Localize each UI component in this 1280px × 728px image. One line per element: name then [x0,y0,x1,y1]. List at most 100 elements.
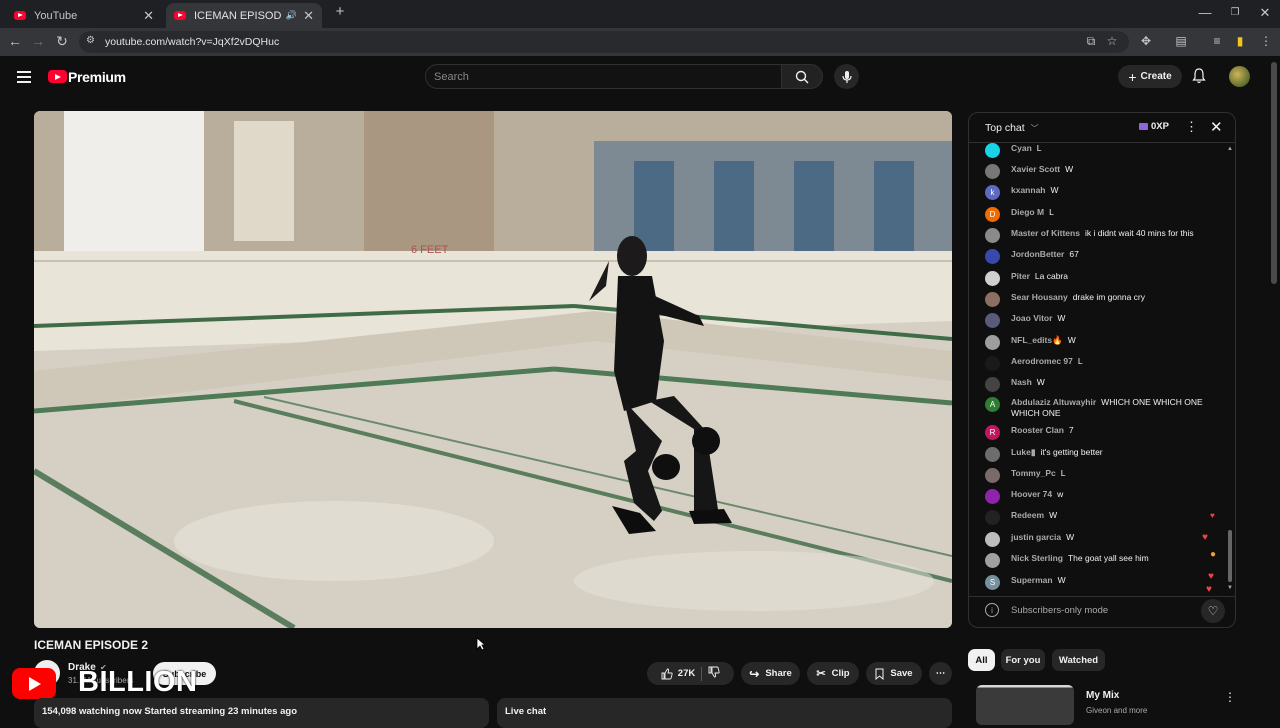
scroll-up-icon[interactable]: ▲ [1227,146,1233,152]
chat-text: L [1060,468,1066,478]
chat-text: W [1067,335,1076,345]
chat-message: Nick Sterling The goat yall see him [985,553,1213,568]
hamburger-menu-icon[interactable] [17,71,31,86]
search-button[interactable] [781,64,823,89]
chat-author[interactable]: Abdulaziz Altuwayhir [1011,397,1096,407]
chat-avatar: R [985,425,1000,440]
chat-author[interactable]: Diego M [1011,207,1044,217]
playlist-icon[interactable]: ≡ [1208,34,1226,48]
url-text[interactable]: youtube.com/watch?v=JqXf2vDQHuc [105,36,279,48]
chat-author[interactable]: Master of Kittens [1011,228,1080,238]
chat-author[interactable]: Piter [1011,271,1030,281]
chat-message: Nash W [985,377,1213,392]
chat-author[interactable]: Hoover 74 [1011,489,1052,499]
site-info-icon[interactable]: ⚙ [86,35,95,46]
more-actions-icon[interactable]: ⋯ [929,662,952,685]
chat-menu-icon[interactable]: ⋮ [1185,119,1198,135]
chat-text: W [1057,575,1066,585]
account-avatar[interactable] [1229,66,1250,87]
chat-message: Master of Kittens ik i didnt wait 40 mins… [985,228,1213,243]
youtube-logo-icon[interactable] [48,70,67,83]
chat-text: The goat yall see him [1067,553,1149,563]
back-icon[interactable]: ← [6,33,24,49]
media-control-icon[interactable]: ▤ [1172,34,1190,48]
chat-author[interactable]: justin garcia [1011,532,1061,542]
chat-author[interactable]: Xavier Scott [1011,164,1060,174]
browser-tab-youtube[interactable]: YouTube ✕ [6,3,162,28]
chat-mode-dropdown[interactable]: Top chat ﹀ [985,122,1039,134]
chat-text: drake im gonna cry [1072,292,1145,302]
chat-author[interactable]: Luke▮ [1011,447,1036,457]
dislike-button[interactable] [708,666,720,681]
new-tab-icon[interactable]: + [325,3,355,20]
reload-icon[interactable]: ↻ [53,33,71,50]
browser-menu-icon[interactable]: ⋮ [1257,34,1275,48]
window-close-icon[interactable]: ✕ [1250,5,1280,21]
chat-author[interactable]: Superman [1011,575,1053,585]
save-button[interactable]: Save [866,662,922,685]
chat-author[interactable]: Redeem [1011,510,1044,520]
chat-author[interactable]: Cyan [1011,143,1032,153]
thumbs-down-icon [708,666,720,678]
chip-for-you[interactable]: For you [1001,649,1045,671]
mix-menu-icon[interactable]: ⋮ [1224,690,1236,704]
close-tab-icon[interactable]: ✕ [143,8,154,24]
voice-search-button[interactable] [834,64,859,89]
chat-author[interactable]: JordonBetter [1011,249,1064,259]
youtube-premium-logo[interactable]: Premium [68,69,126,85]
mix-thumbnail[interactable] [976,685,1074,725]
chat-author[interactable]: Nash [1011,377,1032,387]
restore-icon[interactable]: ❐ [1220,7,1250,18]
minimize-icon[interactable]: — [1190,5,1220,20]
chat-author[interactable]: Rooster Clan [1011,425,1064,435]
subscribers-only-notice: Subscribers-only mode [1011,605,1109,616]
share-button[interactable]: ↪ Share [741,662,800,685]
plus-icon: + [1128,68,1137,85]
page-scrollbar[interactable] [1271,62,1277,284]
chat-author[interactable]: kxannah [1011,185,1046,195]
clip-button[interactable]: ✂ Clip [807,662,859,685]
speaker-icon[interactable]: 🔊 [286,10,297,21]
mix-title[interactable]: My Mix [1086,690,1119,701]
mouse-cursor-icon [476,637,486,651]
youtube-favicon-icon [14,11,26,20]
chat-scrollbar[interactable] [1228,530,1232,582]
chat-text: ik i didnt wait 40 mins for this [1084,228,1194,238]
heart-reaction-icon: ♥ [1210,511,1215,520]
heart-reaction-button[interactable]: ♡ [1201,599,1225,623]
chip-watched[interactable]: Watched [1052,649,1105,671]
search-input[interactable] [434,69,764,85]
profile-extension-icon[interactable]: ▮ [1231,34,1249,48]
chat-avatar [985,143,1000,158]
live-chat-panel-bar[interactable] [497,698,952,728]
view-stats: 154,098 watching now Started streaming 2… [42,706,297,717]
chat-avatar [985,447,1000,462]
bookmark-star-icon[interactable]: ☆ [1103,34,1121,48]
divider [969,596,1235,597]
create-button[interactable]: + Create [1118,65,1182,88]
scroll-down-icon[interactable]: ▼ [1227,585,1233,591]
scissors-icon: ✂ [816,668,826,680]
chat-author[interactable]: Joao Vitor [1011,313,1052,323]
chat-author[interactable]: Nick Sterling [1011,553,1063,563]
xp-value: 0XP [1151,121,1169,132]
close-chat-icon[interactable]: ✕ [1210,118,1223,136]
forward-icon[interactable]: → [29,33,47,49]
chat-message: Luke▮ it's getting better [985,447,1213,462]
heart-icon: ♡ [1207,604,1219,618]
browser-tab-iceman[interactable]: ICEMAN EPISODE 2 - YouTu 🔊 ✕ [166,3,322,28]
billion-overlay-text: BILLION [78,666,198,698]
extensions-icon[interactable]: ✥ [1137,34,1155,48]
chat-author[interactable]: NFL_edits🔥 [1011,335,1063,345]
mix-subtitle: Giveon and more [1086,706,1148,715]
chip-all[interactable]: All [968,649,995,671]
video-player[interactable]: 6 FEET [34,111,952,628]
chat-author[interactable]: Aerodromec 97 [1011,356,1073,366]
xp-badge[interactable]: 0XP [1139,121,1169,132]
notifications-button[interactable] [1192,68,1206,89]
close-tab-icon[interactable]: ✕ [303,8,314,24]
like-button[interactable]: 27K [661,668,695,680]
chat-author[interactable]: Sear Housany [1011,292,1068,302]
chat-author[interactable]: Tommy_Pc [1011,468,1056,478]
install-app-icon[interactable]: ⧉ [1082,34,1100,49]
